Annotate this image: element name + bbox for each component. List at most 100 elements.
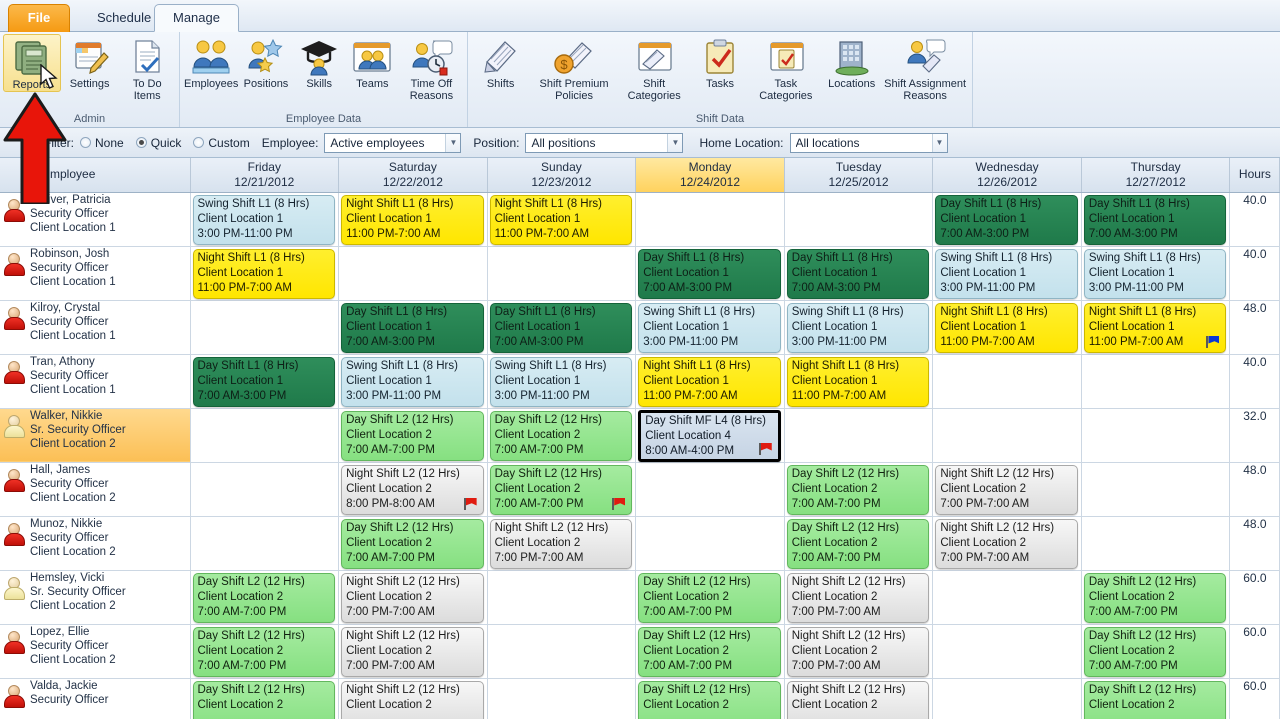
- shift-cell[interactable]: Night Shift L2 (12 Hrs) Client Location 2…: [338, 462, 488, 517]
- shift-cell[interactable]: Swing Shift L1 (8 Hrs) Client Location 1 3…: [635, 300, 785, 355]
- shift-chip[interactable]: Swing Shift L1 (8 Hrs) Client Location 1 3…: [192, 194, 336, 245]
- shift-chip[interactable]: Day Shift L2 (12 Hrs) Client Location 2 7:…: [489, 410, 633, 461]
- shift-cell-empty[interactable]: [932, 354, 1082, 409]
- employee-cell[interactable]: Hemsley, Vicki Sr. Security Officer Client…: [0, 570, 191, 625]
- shift-cell-empty[interactable]: [784, 408, 934, 463]
- table-row[interactable]: Munoz, Nikkie Security Officer Client Loca…: [0, 516, 1280, 571]
- shift-cell-empty[interactable]: [487, 678, 637, 719]
- table-row[interactable]: Hemsley, Vicki Sr. Security Officer Client…: [0, 570, 1280, 625]
- shift-cell-empty[interactable]: [635, 192, 785, 247]
- shift-cell[interactable]: Night Shift L1 (8 Hrs) Client Location 1 1…: [487, 192, 637, 247]
- shift-cell[interactable]: Day Shift L1 (8 Hrs) Client Location 1 7:0…: [338, 300, 488, 355]
- table-row[interactable]: Lopez, Ellie Security Officer Client Locat…: [0, 624, 1280, 679]
- shift-chip[interactable]: Night Shift L2 (12 Hrs) Client Location 2…: [786, 572, 930, 623]
- shift-cell[interactable]: Night Shift L2 (12 Hrs) Client Location 2…: [932, 516, 1082, 571]
- shift-cell[interactable]: Day Shift L2 (12 Hrs) Client Location 2 7:…: [487, 462, 637, 517]
- shift-cell-empty[interactable]: [635, 516, 785, 571]
- shift-cell-empty[interactable]: [1081, 354, 1231, 409]
- time-off-reasons-button[interactable]: Time Off Reasons: [399, 34, 464, 102]
- shift-cell[interactable]: Night Shift L2 (12 Hrs) Client Location 2: [784, 678, 934, 719]
- shift-chip[interactable]: Swing Shift L1 (8 Hrs) Client Location 1 3…: [341, 356, 484, 407]
- shift-chip[interactable]: Day Shift MF L4 (8 Hrs) Client Location 4…: [638, 409, 781, 462]
- employee-cell[interactable]: Shriver, Patricia Security Officer Client …: [0, 192, 191, 247]
- shift-cell-empty[interactable]: [784, 192, 934, 247]
- column-header-hours[interactable]: Hours: [1229, 158, 1280, 193]
- shift-cell-empty[interactable]: [1081, 462, 1231, 517]
- shift-cell[interactable]: Day Shift L2 (12 Hrs) Client Location 2 7:…: [784, 516, 934, 571]
- shift-cell[interactable]: Night Shift L1 (8 Hrs) Client Location 1 1…: [190, 246, 340, 301]
- shift-chip[interactable]: Night Shift L1 (8 Hrs) Client Location 1 1…: [1083, 302, 1227, 353]
- radio-none-icon[interactable]: [80, 137, 91, 148]
- shift-cell[interactable]: Day Shift L2 (12 Hrs) Client Location 2 7:…: [1081, 570, 1231, 625]
- shift-chip[interactable]: Night Shift L2 (12 Hrs) Client Location 2: [786, 680, 930, 719]
- shift-assignment-reasons-button[interactable]: Shift Assignment Reasons: [881, 34, 969, 102]
- shift-chip[interactable]: Day Shift L2 (12 Hrs) Client Location 2 7:…: [786, 464, 930, 515]
- shift-chip[interactable]: Day Shift L2 (12 Hrs) Client Location 2: [192, 680, 336, 719]
- table-row[interactable]: Shriver, Patricia Security Officer Client …: [0, 192, 1280, 247]
- shift-cell[interactable]: Day Shift MF L4 (8 Hrs) Client Location 4…: [635, 408, 785, 463]
- shift-chip[interactable]: Night Shift L2 (12 Hrs) Client Location 2…: [786, 626, 930, 677]
- home-location-filter-select[interactable]: All locations ▼: [789, 132, 948, 153]
- table-row[interactable]: Tran, Athony Security Officer Client Locat…: [0, 354, 1280, 409]
- employee-filter-select[interactable]: Active employees ▼: [324, 132, 462, 153]
- shift-chip[interactable]: Day Shift L2 (12 Hrs) Client Location 2: [1083, 680, 1227, 719]
- teams-button[interactable]: Teams: [346, 34, 399, 90]
- employee-cell[interactable]: Kilroy, Crystal Security Officer Client Lo…: [0, 300, 191, 355]
- column-header-day-0[interactable]: Friday 12/21/2012: [190, 158, 340, 193]
- table-row[interactable]: Valda, Jackie Security Officer Day Shift L…: [0, 678, 1280, 719]
- shift-cell[interactable]: Swing Shift L1 (8 Hrs) Client Location 1 3…: [338, 354, 488, 409]
- shift-cell-empty[interactable]: [635, 462, 785, 517]
- shift-cell[interactable]: Night Shift L1 (8 Hrs) Client Location 1 1…: [1081, 300, 1231, 355]
- shift-chip[interactable]: Day Shift L2 (12 Hrs) Client Location 2 7:…: [192, 626, 336, 677]
- column-header-day-6[interactable]: Thursday 12/27/2012: [1081, 158, 1231, 193]
- shift-chip[interactable]: Day Shift L2 (12 Hrs) Client Location 2 7:…: [638, 572, 781, 623]
- shift-cell-empty[interactable]: [1081, 516, 1231, 571]
- shift-cell-empty[interactable]: [487, 624, 637, 679]
- shift-chip[interactable]: Day Shift L1 (8 Hrs) Client Location 1 7:0…: [489, 302, 633, 353]
- shift-cell-empty[interactable]: [932, 678, 1082, 719]
- shifts-button[interactable]: Shifts: [471, 34, 530, 90]
- shift-cell-empty[interactable]: [338, 246, 488, 301]
- shift-cell[interactable]: Swing Shift L1 (8 Hrs) Client Location 1 3…: [1081, 246, 1231, 301]
- shift-chip[interactable]: Day Shift L2 (12 Hrs) Client Location 2 7:…: [489, 464, 633, 515]
- tasks-button[interactable]: Tasks: [690, 34, 749, 90]
- shift-cell-empty[interactable]: [190, 300, 340, 355]
- table-row[interactable]: Kilroy, Crystal Security Officer Client Lo…: [0, 300, 1280, 355]
- employee-cell[interactable]: Hall, James Security Officer Client Locati…: [0, 462, 191, 517]
- shift-chip[interactable]: Night Shift L1 (8 Hrs) Client Location 1 1…: [341, 194, 484, 245]
- shift-chip[interactable]: Day Shift L2 (12 Hrs) Client Location 2 7:…: [1083, 626, 1227, 677]
- shift-chip[interactable]: Day Shift L2 (12 Hrs) Client Location 2 7:…: [638, 626, 781, 677]
- shift-chip[interactable]: Day Shift L1 (8 Hrs) Client Location 1 7:0…: [935, 194, 1078, 245]
- shift-chip[interactable]: Day Shift L1 (8 Hrs) Client Location 1 7:0…: [341, 302, 484, 353]
- shift-cell-empty[interactable]: [190, 462, 340, 517]
- employees-button[interactable]: Employees: [183, 34, 239, 90]
- shift-chip[interactable]: Swing Shift L1 (8 Hrs) Client Location 1 3…: [1083, 248, 1227, 299]
- shift-cell[interactable]: Swing Shift L1 (8 Hrs) Client Location 1 3…: [190, 192, 340, 247]
- shift-cell[interactable]: Night Shift L2 (12 Hrs) Client Location 2…: [338, 570, 488, 625]
- shift-chip[interactable]: Night Shift L2 (12 Hrs) Client Location 2…: [341, 572, 484, 623]
- shift-cell[interactable]: Night Shift L1 (8 Hrs) Client Location 1 1…: [784, 354, 934, 409]
- shift-cell[interactable]: Day Shift L2 (12 Hrs) Client Location 2 7:…: [487, 408, 637, 463]
- shift-cell-empty[interactable]: [1081, 408, 1231, 463]
- chevron-down-icon[interactable]: ▼: [445, 133, 461, 152]
- shift-chip[interactable]: Swing Shift L1 (8 Hrs) Client Location 1 3…: [935, 248, 1078, 299]
- shift-cell[interactable]: Day Shift L2 (12 Hrs) Client Location 2: [190, 678, 340, 719]
- shift-chip[interactable]: Night Shift L2 (12 Hrs) Client Location 2…: [489, 518, 633, 569]
- locations-button[interactable]: Locations: [822, 34, 881, 90]
- shift-cell[interactable]: Swing Shift L1 (8 Hrs) Client Location 1 3…: [487, 354, 637, 409]
- shift-cell[interactable]: Day Shift L1 (8 Hrs) Client Location 1 7:0…: [487, 300, 637, 355]
- todo-items-button[interactable]: To Do Items: [118, 34, 176, 102]
- shift-cell[interactable]: Night Shift L1 (8 Hrs) Client Location 1 1…: [338, 192, 488, 247]
- column-header-employee[interactable]: Employee: [0, 158, 191, 193]
- shift-chip[interactable]: Night Shift L1 (8 Hrs) Client Location 1 1…: [638, 356, 781, 407]
- shift-cell[interactable]: Day Shift L2 (12 Hrs) Client Location 2: [635, 678, 785, 719]
- shift-chip[interactable]: Night Shift L2 (12 Hrs) Client Location 2…: [341, 626, 484, 677]
- position-filter-select[interactable]: All positions ▼: [525, 132, 684, 153]
- shift-chip[interactable]: Day Shift L1 (8 Hrs) Client Location 1 7:0…: [786, 248, 930, 299]
- shift-chip[interactable]: Night Shift L2 (12 Hrs) Client Location 2…: [935, 518, 1078, 569]
- shift-chip[interactable]: Day Shift L1 (8 Hrs) Client Location 1 7:0…: [1083, 194, 1227, 245]
- chevron-down-icon[interactable]: ▼: [667, 133, 683, 152]
- tab-file[interactable]: File: [8, 4, 70, 32]
- shift-cell[interactable]: Day Shift L1 (8 Hrs) Client Location 1 7:0…: [190, 354, 340, 409]
- shift-chip[interactable]: Day Shift L2 (12 Hrs) Client Location 2 7:…: [192, 572, 336, 623]
